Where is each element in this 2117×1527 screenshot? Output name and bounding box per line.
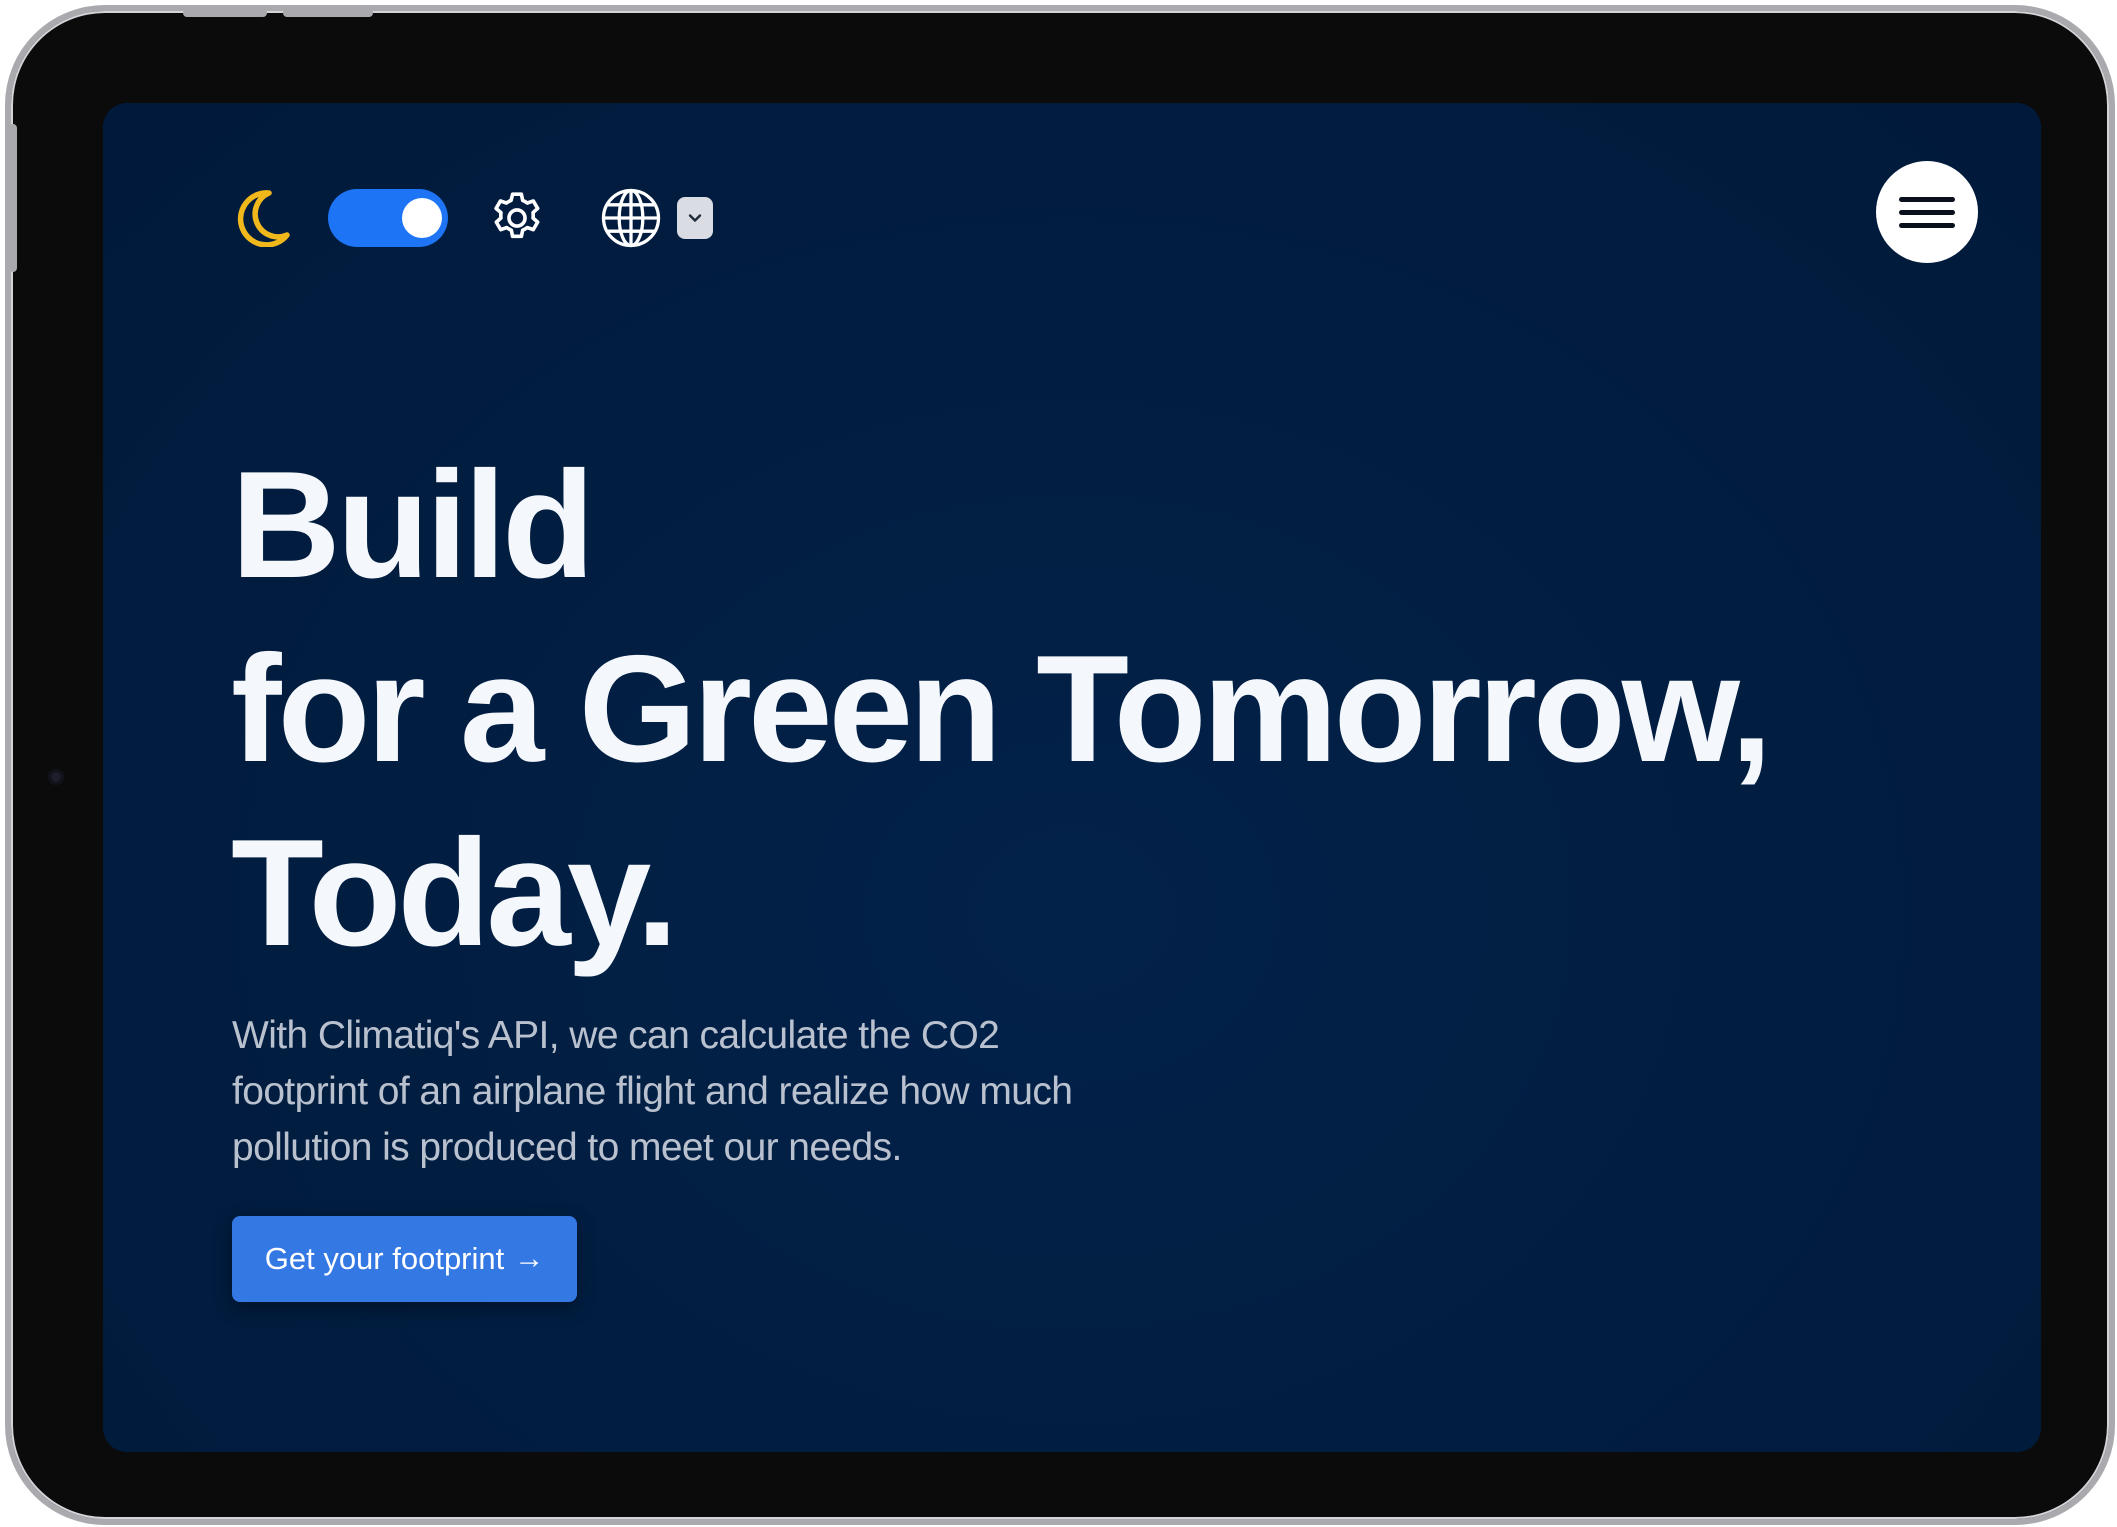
get-footprint-button[interactable]: Get your footprint → bbox=[232, 1216, 577, 1302]
power-button bbox=[9, 124, 17, 272]
front-camera bbox=[48, 769, 64, 785]
screen: Build for a Green Tomorrow, Today. With … bbox=[103, 103, 2041, 1452]
gear-icon[interactable] bbox=[486, 187, 548, 249]
hamburger-menu-button[interactable] bbox=[1876, 161, 1978, 263]
menu-line bbox=[1899, 222, 1955, 228]
menu-line bbox=[1899, 209, 1955, 215]
globe-icon bbox=[601, 188, 661, 248]
hamburger-menu-icon bbox=[1899, 196, 1955, 202]
hero-title: Build for a Green Tomorrow, Today. bbox=[231, 433, 1773, 985]
top-toolbar bbox=[233, 183, 713, 253]
tablet-frame: Build for a Green Tomorrow, Today. With … bbox=[5, 5, 2115, 1525]
language-selector[interactable] bbox=[598, 185, 713, 251]
volume-up-button bbox=[183, 9, 267, 17]
language-dropdown-toggle[interactable] bbox=[677, 197, 713, 239]
theme-toggle[interactable] bbox=[328, 189, 448, 247]
chevron-down-icon bbox=[688, 214, 702, 222]
volume-down-button bbox=[283, 9, 373, 17]
cta-label: Get your footprint bbox=[264, 1241, 505, 1276]
hero-description: With Climatiq's API, we can calculate th… bbox=[232, 1014, 1073, 1169]
toggle-knob bbox=[402, 198, 442, 238]
hero-title-line-3: Today. bbox=[231, 808, 678, 978]
arrow-right-icon: → bbox=[514, 1242, 545, 1275]
hero-title-line-1: Build bbox=[231, 440, 595, 610]
hero-title-line-2: for a Green Tomorrow, bbox=[231, 624, 1773, 794]
moon-icon bbox=[233, 188, 293, 248]
